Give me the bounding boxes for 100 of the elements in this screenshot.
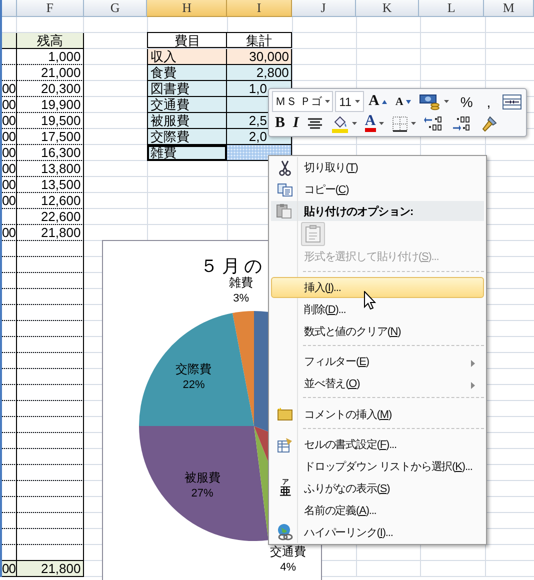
font-name-field[interactable]: ＭＳ Ｐゴ <box>272 91 334 112</box>
menu-item[interactable]: 並べ替え(O) <box>271 372 484 394</box>
caret-icon <box>410 122 416 125</box>
column-header[interactable]: G <box>84 0 148 17</box>
table-cell: 00 <box>2 113 17 129</box>
table-cell <box>2 273 17 289</box>
table-cell: 22,600 <box>16 209 84 225</box>
menu-item[interactable]: フィルター(E) <box>271 350 484 373</box>
table-cell: 30,000 <box>227 49 292 65</box>
menu-item[interactable]: コメントの挿入(M) <box>271 403 484 425</box>
table-cell: 被服費 <box>147 113 228 129</box>
borders-icon <box>392 116 408 132</box>
table-cell: 17,500 <box>17 129 84 145</box>
menu-section-header: 貼り付けのオプション: <box>302 204 414 219</box>
comma-button[interactable]: , <box>480 91 497 112</box>
percent-label: 27% <box>191 488 214 500</box>
table-cell <box>16 481 84 497</box>
decrease-decimal-icon <box>452 116 472 132</box>
table-cell: 交通費 <box>147 97 228 113</box>
table-cell <box>16 417 84 433</box>
slice-label: 被服費 <box>184 470 220 485</box>
table-cell <box>2 353 17 369</box>
menu-item[interactable]: 名前の定義(A)... <box>271 499 484 522</box>
column-header[interactable]: K <box>356 0 420 17</box>
table-cell <box>16 497 84 513</box>
table-cell <box>2 305 17 321</box>
format-painter-icon <box>480 114 498 132</box>
percent-label: 4% <box>280 562 296 574</box>
table-cell <box>16 369 84 385</box>
table-cell <box>2 465 17 481</box>
table-cell <box>2 401 17 417</box>
grow-font-button[interactable]: A <box>366 91 390 112</box>
menu-item[interactable]: 切り取り(T) <box>271 157 484 179</box>
chart-title: ５月の <box>200 256 266 276</box>
table-cell: 費目 <box>147 32 228 48</box>
table-cell <box>2 385 17 401</box>
menu-item[interactable]: ハイパーリンク(I)... <box>271 521 484 543</box>
column-header[interactable]: L <box>419 0 484 17</box>
table-cell: 13,800 <box>17 161 84 177</box>
increase-decimal-icon <box>424 116 444 132</box>
table-cell <box>2 529 17 545</box>
table-cell <box>16 289 84 305</box>
caret-icon <box>354 100 360 103</box>
table-cell <box>2 497 17 513</box>
menu-item[interactable]: 数式と値のクリア(N) <box>271 320 484 342</box>
table-cell: 図書費 <box>147 81 228 97</box>
table-cell: 19,500 <box>17 113 84 129</box>
clipboard-icon <box>305 224 321 243</box>
table-cell: 1,000 <box>16 49 84 65</box>
slice-label: 交際費 <box>176 362 212 376</box>
table-cell <box>2 481 17 497</box>
slice-label: 交通費 <box>270 544 306 559</box>
menu-item[interactable]: コピー(C) <box>271 178 484 201</box>
format-cells-icon <box>277 436 293 453</box>
column-header[interactable]: I <box>227 0 292 17</box>
table-cell: 雑費 <box>147 145 228 161</box>
percent-button[interactable]: % <box>454 91 479 112</box>
table-cell <box>16 337 84 353</box>
table-cell <box>2 513 17 529</box>
menu-item[interactable]: セルの書式設定(F)... <box>271 434 484 456</box>
menu-item[interactable]: 削除(D)... <box>271 298 484 320</box>
table-cell: 00 <box>2 193 17 209</box>
table-cell: 00 <box>2 561 17 577</box>
table-cell: 21,800 <box>17 561 84 577</box>
table-cell: 00 <box>2 161 17 177</box>
table-cell: 21,800 <box>17 225 84 241</box>
menu-item[interactable]: 挿入(I)... <box>271 276 484 298</box>
column-header[interactable]: M <box>484 0 534 17</box>
table-cell <box>16 465 84 481</box>
mouse-cursor-icon <box>364 291 376 310</box>
submenu-arrow-icon <box>471 382 475 389</box>
menu-item[interactable]: ドロップダウン リストから選択(K)... <box>271 455 484 478</box>
table-cell <box>2 33 17 49</box>
table-cell: 00 <box>2 177 17 193</box>
table-cell <box>2 289 17 305</box>
percent-label: 22% <box>182 379 205 392</box>
merge-center-icon <box>502 94 522 110</box>
table-cell: 00 <box>2 129 17 145</box>
table-cell: 集計 <box>227 32 292 48</box>
column-header[interactable]: H <box>147 0 228 17</box>
font-color-button[interactable]: A <box>362 113 387 134</box>
table-cell: 00 <box>2 97 17 113</box>
table-cell <box>16 513 84 529</box>
table-cell: 食費 <box>147 65 228 81</box>
table-cell <box>16 529 84 545</box>
column-header[interactable]: J <box>292 0 356 17</box>
italic-button[interactable]: I <box>290 113 302 134</box>
submenu-arrow-icon <box>471 360 475 367</box>
table-cell <box>16 305 84 321</box>
table-cell <box>2 417 17 433</box>
font-size-field[interactable]: 11 <box>335 91 364 112</box>
caret-icon <box>378 122 384 125</box>
caret-icon <box>325 100 330 103</box>
table-cell <box>16 449 84 465</box>
table-cell <box>16 353 84 369</box>
table-cell <box>2 241 17 257</box>
globe-link-icon <box>276 523 294 542</box>
column-header[interactable]: F <box>16 0 84 17</box>
shrink-font-button[interactable]: A <box>392 91 414 112</box>
table-cell <box>2 337 17 353</box>
